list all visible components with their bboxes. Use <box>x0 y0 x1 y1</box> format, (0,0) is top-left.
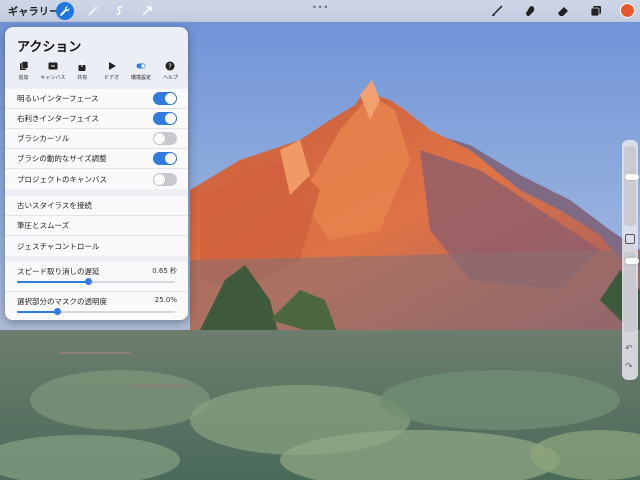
tab-label: 環境設定 <box>131 75 152 81</box>
project-canvas-toggle[interactable] <box>153 172 177 186</box>
slider-label: スピード取り消しの遅延 <box>17 267 100 276</box>
toggle-label: プロジェクトのキャンバス <box>17 174 107 184</box>
mask-opacity-fill <box>17 311 57 313</box>
link-legacy-stylus[interactable]: 古いスタイラスを接続 <box>5 196 188 216</box>
toggle-label: 右利きインターフェイス <box>17 114 99 123</box>
preferences-toggles: 明るいインターフェース 右利きインターフェイス ブラシカーソル ブラシの動的なサ… <box>5 89 188 189</box>
actions-tabs: 追加 キャンバス 共有 ビデオ 環境設定 ? ヘルプ <box>9 59 185 93</box>
tab-label: ビデオ <box>104 75 120 81</box>
wrench-icon[interactable] <box>56 2 74 20</box>
mask-opacity-slider[interactable] <box>17 308 175 315</box>
tab-canvas[interactable]: キャンバス <box>38 59 67 93</box>
toggle-label: 明るいインターフェース <box>17 94 99 103</box>
tab-label: キャンバス <box>40 75 66 81</box>
more-dots-icon[interactable]: ••• <box>312 3 329 12</box>
mask-opacity-knob[interactable] <box>53 308 61 315</box>
toggle-row-dynamic-brush[interactable]: ブラシの動的なサイズ調整 <box>5 149 188 169</box>
toggle-row-light-interface[interactable]: 明るいインターフェース <box>5 89 188 109</box>
tab-preferences[interactable]: 環境設定 <box>127 59 156 93</box>
brush-cursor-toggle[interactable] <box>153 132 177 145</box>
brush-opacity-knob[interactable] <box>625 258 639 264</box>
link-pressure-smoothing[interactable]: 筆圧とスムーズ <box>5 216 188 236</box>
slider-row-mask-opacity: 選択部分のマスクの透明度 25.0% <box>5 292 188 320</box>
link-label: ジェスチャコントロール <box>17 241 100 251</box>
link-gesture-controls[interactable]: ジェスチャコントロール <box>5 236 188 256</box>
tab-label: ヘルプ <box>162 75 178 81</box>
preferences-links: 古いスタイラスを接続 筆圧とスムーズ ジェスチャコントロール <box>5 196 188 256</box>
toggle-row-brush-cursor[interactable]: ブラシカーソル <box>5 129 188 149</box>
slider-row-undo-delay: スピード取り消しの遅延 0.65 秒 <box>5 262 188 292</box>
tab-label: 共有 <box>77 75 88 81</box>
toggle-icon <box>136 63 146 69</box>
link-label: 古いスタイラスを接続 <box>17 201 92 210</box>
share-icon <box>78 61 86 71</box>
undo-icon[interactable]: ↶ <box>625 344 633 354</box>
modify-button[interactable] <box>625 234 635 244</box>
slider-value: 25.0% <box>154 296 177 304</box>
color-swatch[interactable] <box>620 3 635 18</box>
panel-title: アクション <box>17 40 82 55</box>
selection-icon[interactable] <box>111 2 129 20</box>
right-hand-toggle[interactable] <box>153 112 177 125</box>
layers-icon[interactable] <box>587 2 605 20</box>
canvas-icon <box>48 62 58 70</box>
side-brush-sliders: ↶ ↷ <box>622 140 639 380</box>
play-icon <box>108 62 116 70</box>
link-label: 筆圧とスムーズ <box>17 221 70 230</box>
preferences-sliders: スピード取り消しの遅延 0.65 秒 選択部分のマスクの透明度 25.0% <box>5 262 188 320</box>
tab-add[interactable]: 追加 <box>9 59 38 93</box>
light-interface-toggle[interactable] <box>153 92 177 105</box>
undo-delay-fill <box>17 281 89 283</box>
arrow-cursor-icon[interactable] <box>138 2 156 20</box>
dynamic-brush-toggle[interactable] <box>153 152 177 165</box>
redo-icon[interactable]: ↷ <box>625 362 633 372</box>
svg-text:?: ? <box>169 63 173 71</box>
smudge-icon[interactable] <box>521 2 539 20</box>
tab-help[interactable]: ? ヘルプ <box>156 59 185 93</box>
brush-icon[interactable] <box>488 2 506 20</box>
top-toolbar: ギャラリー ••• <box>0 0 640 22</box>
toggle-row-project-canvas[interactable]: プロジェクトのキャンバス <box>5 169 188 189</box>
brush-size-slider[interactable] <box>624 146 639 226</box>
slider-label: 選択部分のマスクの透明度 <box>17 297 107 306</box>
magic-wand-icon[interactable] <box>84 2 102 20</box>
add-icon <box>19 61 28 70</box>
eraser-icon[interactable] <box>554 2 572 20</box>
toggle-label: ブラシカーソル <box>17 134 70 143</box>
tab-share[interactable]: 共有 <box>68 59 97 93</box>
toggle-row-right-hand[interactable]: 右利きインターフェイス <box>5 109 188 129</box>
undo-delay-slider[interactable] <box>17 278 175 285</box>
gallery-button[interactable]: ギャラリー <box>8 3 60 18</box>
slider-value: 0.65 秒 <box>152 267 177 275</box>
tab-label: 追加 <box>18 75 29 81</box>
actions-panel: アクション 追加 キャンバス 共有 ビデオ 環境設定 ? ヘルプ 明るいインター… <box>5 27 188 320</box>
toggle-label: ブラシの動的なサイズ調整 <box>17 154 107 163</box>
undo-delay-knob[interactable] <box>85 278 93 285</box>
tab-video[interactable]: ビデオ <box>97 59 126 93</box>
brush-opacity-slider[interactable] <box>624 252 639 332</box>
brush-size-knob[interactable] <box>625 174 639 180</box>
help-icon: ? <box>165 61 175 71</box>
